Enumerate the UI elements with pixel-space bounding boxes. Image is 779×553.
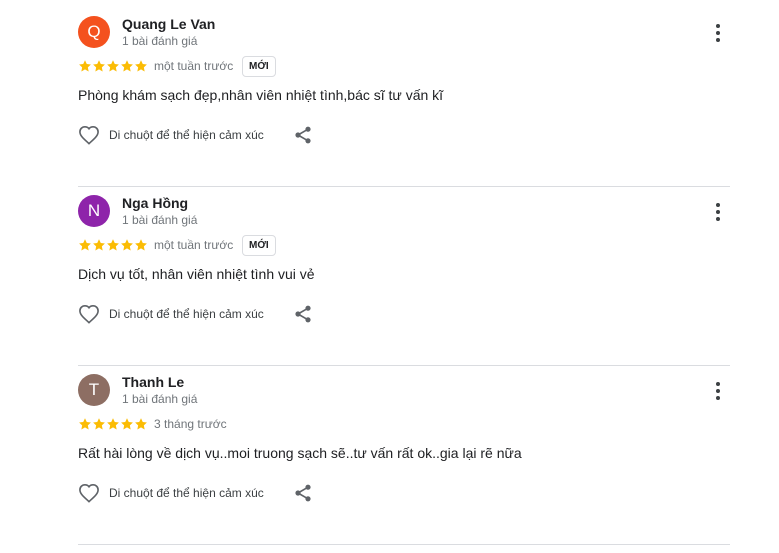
star-icon — [79, 418, 91, 430]
reviews-list: Q Quang Le Van 1 bài đánh giá một tuần t… — [0, 0, 779, 545]
divider — [78, 544, 730, 545]
review-time: 3 tháng trước — [154, 417, 227, 431]
more-options-button[interactable] — [706, 202, 730, 222]
star-rating — [78, 417, 148, 431]
react-label: Di chuột để thể hiện cảm xúc — [109, 307, 264, 321]
share-button[interactable] — [294, 126, 312, 144]
heart-outline-icon — [79, 483, 99, 503]
share-icon — [295, 126, 311, 144]
star-icon — [107, 60, 119, 72]
review-count: 1 bài đánh giá — [122, 34, 198, 48]
star-rating — [78, 59, 148, 73]
star-rating — [78, 238, 148, 252]
star-icon — [79, 239, 91, 251]
review-text: Phòng khám sạch đẹp,nhân viên nhiệt tình… — [78, 87, 444, 103]
share-icon — [295, 484, 311, 502]
react-label: Di chuột để thể hiện cảm xúc — [109, 128, 264, 142]
new-badge: MỚI — [242, 235, 276, 256]
author-name[interactable]: Nga Hồng — [122, 195, 188, 212]
review-text: Dịch vụ tốt, nhân viên nhiệt tình vui vẻ — [78, 266, 315, 282]
star-icon — [93, 239, 105, 251]
react-button[interactable]: Di chuột để thể hiện cảm xúc — [78, 482, 264, 504]
review-card: T Thanh Le 1 bài đánh giá 3 tháng trước … — [78, 374, 730, 553]
avatar[interactable]: T — [78, 374, 110, 406]
more-vert-icon — [716, 382, 720, 400]
star-icon — [121, 60, 133, 72]
more-vert-icon — [716, 24, 720, 42]
star-icon — [121, 239, 133, 251]
share-icon — [295, 305, 311, 323]
author-name[interactable]: Thanh Le — [122, 374, 184, 391]
star-icon — [121, 418, 133, 430]
avatar[interactable]: N — [78, 195, 110, 227]
author-name[interactable]: Quang Le Van — [122, 16, 215, 33]
divider — [78, 365, 730, 366]
share-button[interactable] — [294, 484, 312, 502]
star-icon — [107, 418, 119, 430]
star-icon — [93, 60, 105, 72]
react-label: Di chuột để thể hiện cảm xúc — [109, 486, 264, 500]
star-icon — [135, 418, 147, 430]
star-icon — [135, 239, 147, 251]
review-time: một tuần trước — [154, 238, 234, 252]
star-icon — [107, 239, 119, 251]
review-time: một tuần trước — [154, 59, 234, 73]
star-icon — [93, 418, 105, 430]
review-count: 1 bài đánh giá — [122, 213, 198, 227]
more-vert-icon — [716, 203, 720, 221]
review-text: Rất hài lòng về dịch vụ..moi truong sạch… — [78, 445, 522, 461]
review-card: Q Quang Le Van 1 bài đánh giá một tuần t… — [78, 16, 730, 195]
star-icon — [135, 60, 147, 72]
review-card: N Nga Hồng 1 bài đánh giá một tuần trước… — [78, 195, 730, 374]
avatar[interactable]: Q — [78, 16, 110, 48]
heart-outline-icon — [79, 304, 99, 324]
share-button[interactable] — [294, 305, 312, 323]
new-badge: MỚI — [242, 56, 276, 77]
divider — [78, 186, 730, 187]
more-options-button[interactable] — [706, 381, 730, 401]
react-button[interactable]: Di chuột để thể hiện cảm xúc — [78, 124, 264, 146]
star-icon — [79, 60, 91, 72]
review-count: 1 bài đánh giá — [122, 392, 198, 406]
react-button[interactable]: Di chuột để thể hiện cảm xúc — [78, 303, 264, 325]
more-options-button[interactable] — [706, 23, 730, 43]
heart-outline-icon — [79, 125, 99, 145]
